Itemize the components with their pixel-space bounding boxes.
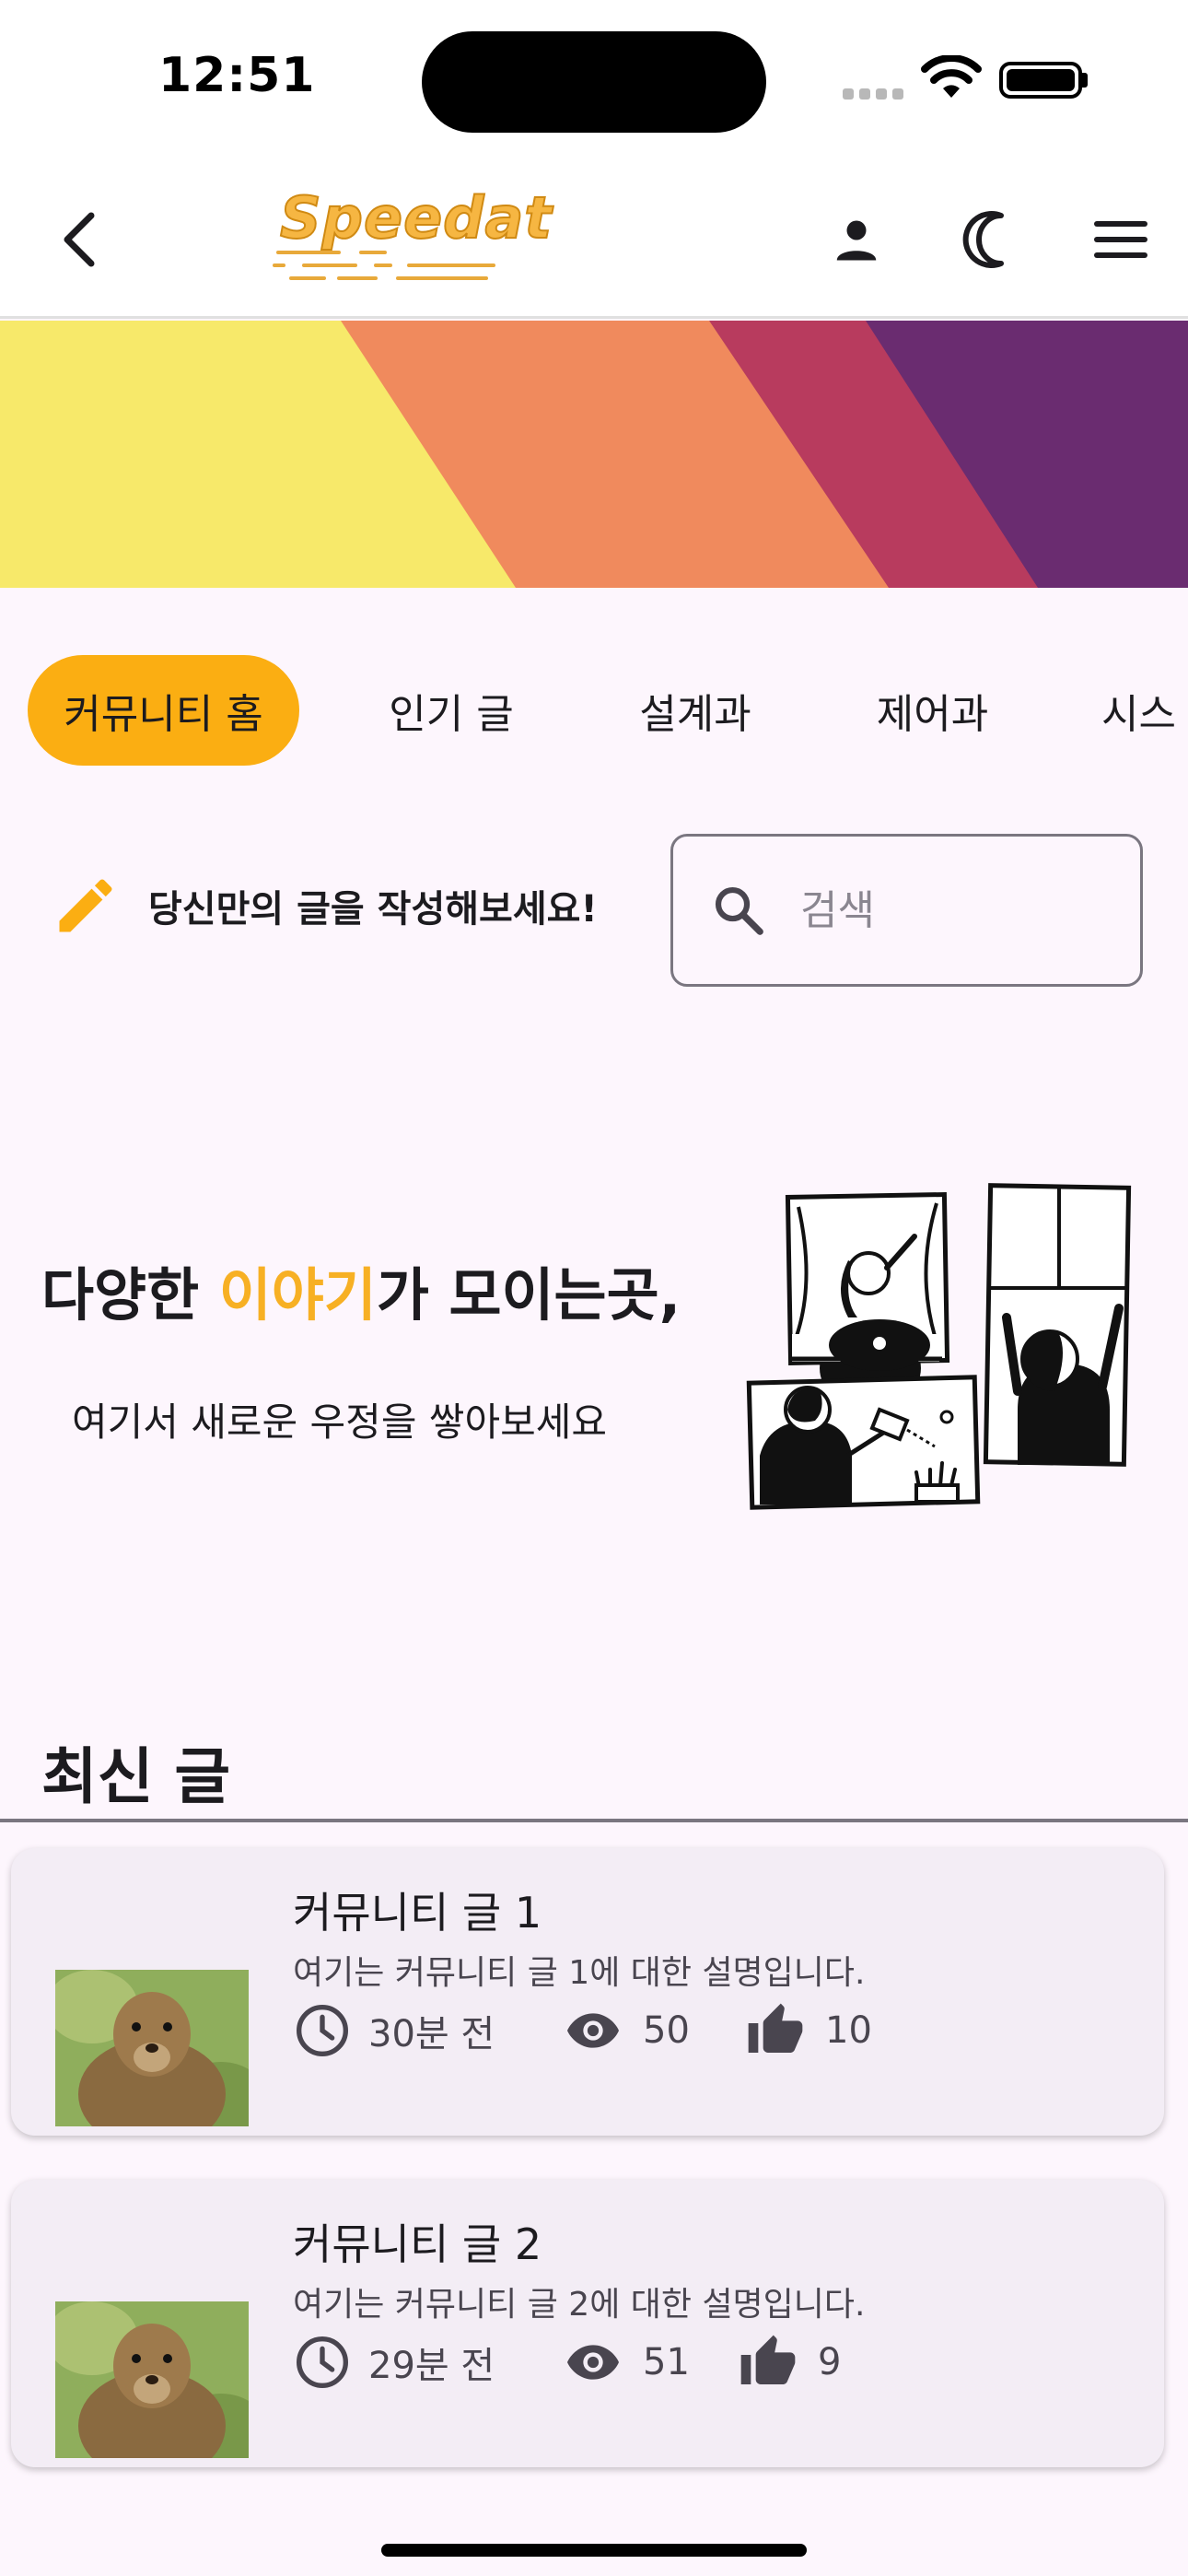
clock-icon [297,2336,348,2388]
tab-popular[interactable]: 인기 글 [368,655,534,766]
back-button[interactable] [37,198,120,281]
thumbs-up-icon [748,2003,803,2053]
eye-icon [567,2345,619,2380]
section-divider [0,1819,1188,1822]
back-arrow-icon [64,212,95,267]
hero-illustration [741,1179,1137,1511]
person-icon [836,220,877,261]
search-icon [715,886,763,935]
post-views: 50 [560,2001,690,2060]
post-time-text: 29분 전 [368,2345,495,2387]
search-input[interactable] [800,886,1104,934]
menu-button[interactable] [1079,198,1162,281]
post-likes-count: 9 [818,2341,842,2383]
post-time: 29분 전 [293,2333,495,2392]
clock-icon [297,2005,348,2056]
logo-text: Speedat [279,183,553,252]
thumbs-up-icon [740,2335,796,2384]
post-card[interactable]: 커뮤니티 글 2 여기는 커뮤니티 글 2에 대한 설명입니다. 29분 전 5… [11,2180,1164,2467]
cellular-signal-icon [843,81,905,100]
hero-title-suffix: 가 모이는곳, [376,1261,681,1329]
home-indicator[interactable] [381,2544,807,2557]
menu-icon [1094,221,1147,258]
tab-system[interactable]: 시스 [1101,655,1188,766]
post-thumbnail [55,2301,249,2458]
post-time: 30분 전 [293,2001,495,2060]
post-description: 여기는 커뮤니티 글 1에 대한 설명입니다. [293,1954,866,1992]
dark-mode-button[interactable] [947,198,1030,281]
post-views-count: 50 [643,2009,690,2052]
wifi-icon [921,54,982,105]
battery-icon [999,62,1082,99]
section-title: 최신 글 [41,1741,231,1812]
hero-subtitle: 여기서 새로운 우정을 쌓아보세요 [72,1399,608,1445]
search-box[interactable] [670,834,1143,987]
app-logo[interactable]: Speedat [267,183,553,286]
post-title: 커뮤니티 글 1 [293,1888,542,1938]
post-likes-count: 10 [825,2009,872,2052]
post-views: 51 [560,2333,690,2392]
tab-control[interactable]: 제어과 [856,655,1008,766]
dynamic-island [422,31,766,133]
write-post-button[interactable]: 당신만의 글을 작성해보세요! [51,871,598,941]
tab-community-home[interactable]: 커뮤니티 홈 [28,655,299,766]
battery-tip [1082,73,1088,88]
profile-button[interactable] [815,198,898,281]
status-time: 12:51 [158,48,316,103]
tab-design[interactable]: 설계과 [617,655,774,766]
post-description: 여기는 커뮤니티 글 2에 대한 설명입니다. [293,2286,866,2324]
post-title: 커뮤니티 글 2 [293,2219,542,2269]
post-time-text: 30분 전 [368,2013,495,2055]
post-views-count: 51 [643,2341,690,2383]
write-post-label: 당신만의 글을 작성해보세요! [148,888,598,931]
post-likes[interactable]: 9 [735,2333,841,2392]
post-card[interactable]: 커뮤니티 글 1 여기는 커뮤니티 글 1에 대한 설명입니다. 30분 전 5… [11,1848,1164,2136]
post-likes[interactable]: 10 [742,2001,872,2060]
moon-icon [962,211,1004,268]
hero-title: 다양한 이야기가 모이는곳, [41,1248,681,1331]
pencil-icon [59,879,112,932]
banner [0,321,1188,588]
hero-title-prefix: 다양한 [41,1261,219,1329]
eye-icon [567,2013,619,2048]
hero-title-accent: 이야기 [218,1261,377,1329]
post-thumbnail [55,1970,249,2126]
